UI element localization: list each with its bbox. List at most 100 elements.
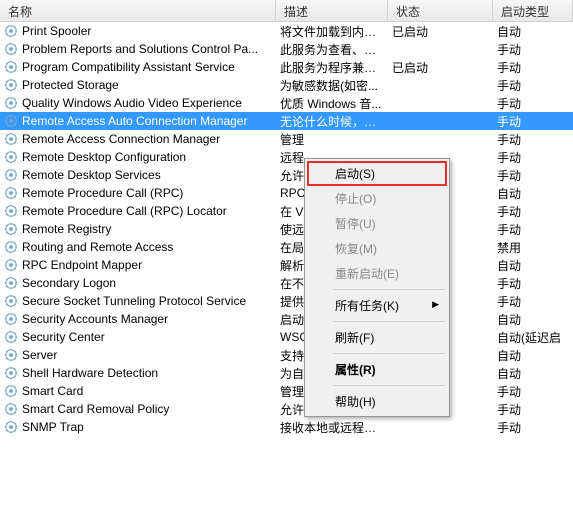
service-desc: 接收本地或远程简... bbox=[276, 419, 388, 436]
service-type: 手动 bbox=[493, 167, 573, 184]
service-name-cell: Shell Hardware Detection bbox=[0, 366, 276, 380]
service-list: Print Spooler将文件加载到内存...已启动自动 Problem Rep… bbox=[0, 22, 573, 436]
service-row[interactable]: Remote Access Auto Connection Manager无论什… bbox=[0, 112, 573, 130]
service-name: Secondary Logon bbox=[22, 276, 116, 290]
service-row[interactable]: Remote Desktop Configuration远程手动 bbox=[0, 148, 573, 166]
service-name-cell: Print Spooler bbox=[0, 24, 276, 38]
service-name: Program Compatibility Assistant Service bbox=[22, 60, 235, 74]
service-name: Smart Card Removal Policy bbox=[22, 402, 169, 416]
service-row[interactable]: Secondary Logon在不手动 bbox=[0, 274, 573, 292]
service-desc: 优质 Windows 音... bbox=[276, 95, 388, 112]
service-name-cell: Secondary Logon bbox=[0, 276, 276, 290]
header-name[interactable]: 名称 bbox=[0, 0, 276, 21]
service-type: 手动 bbox=[493, 203, 573, 220]
service-gear-icon bbox=[4, 330, 18, 344]
menu-properties[interactable]: 属性(R) bbox=[307, 357, 447, 382]
service-gear-icon bbox=[4, 240, 18, 254]
service-type: 手动 bbox=[493, 95, 573, 112]
service-name-cell: Problem Reports and Solutions Control Pa… bbox=[0, 42, 276, 56]
service-name: Secure Socket Tunneling Protocol Service bbox=[22, 294, 246, 308]
service-gear-icon bbox=[4, 258, 18, 272]
service-name: Remote Desktop Services bbox=[22, 168, 161, 182]
service-gear-icon bbox=[4, 402, 18, 416]
service-row[interactable]: Server支持此计算机通过...已启动自动 bbox=[0, 346, 573, 364]
service-gear-icon bbox=[4, 150, 18, 164]
service-desc: 为敏感数据(如密... bbox=[276, 77, 388, 94]
service-row[interactable]: Problem Reports and Solutions Control Pa… bbox=[0, 40, 573, 58]
service-row[interactable]: Protected Storage 为敏感数据(如密... 手动 bbox=[0, 76, 573, 94]
header-status[interactable]: 状态 bbox=[388, 0, 493, 21]
service-gear-icon bbox=[4, 204, 18, 218]
menu-alltasks-label: 所有任务(K) bbox=[335, 299, 399, 313]
menu-start[interactable]: 启动(S) bbox=[307, 161, 447, 186]
service-name: Remote Procedure Call (RPC) bbox=[22, 186, 183, 200]
service-row[interactable]: SNMP Trap 接收本地或远程简... 手动 bbox=[0, 418, 573, 436]
service-row[interactable]: Quality Windows Audio Video Experience优质… bbox=[0, 94, 573, 112]
service-row[interactable]: Remote Procedure Call (RPC) Locator在 V手动 bbox=[0, 202, 573, 220]
service-type: 自动 bbox=[493, 347, 573, 364]
service-row[interactable]: Routing and Remote Access在局禁用 bbox=[0, 238, 573, 256]
service-row[interactable]: Remote Registry使远手动 bbox=[0, 220, 573, 238]
service-name: SNMP Trap bbox=[22, 420, 84, 434]
service-name: Security Center bbox=[22, 330, 105, 344]
service-type: 手动 bbox=[493, 275, 573, 292]
service-status: 已启动 bbox=[388, 59, 493, 76]
service-name: Protected Storage bbox=[22, 78, 119, 92]
service-row[interactable]: Smart Card Removal Policy允许系统配置为移...手动 bbox=[0, 400, 573, 418]
header-desc[interactable]: 描述 bbox=[276, 0, 388, 21]
service-name-cell: Routing and Remote Access bbox=[0, 240, 276, 254]
service-name-cell: Remote Desktop Services bbox=[0, 168, 276, 182]
service-name-cell: Program Compatibility Assistant Service bbox=[0, 60, 276, 74]
service-name-cell: SNMP Trap bbox=[0, 420, 276, 434]
header-type[interactable]: 启动类型 bbox=[493, 0, 573, 21]
service-name: Remote Procedure Call (RPC) Locator bbox=[22, 204, 227, 218]
service-gear-icon bbox=[4, 366, 18, 380]
menu-separator bbox=[333, 353, 445, 354]
service-row[interactable]: Secure Socket Tunneling Protocol Service… bbox=[0, 292, 573, 310]
service-name-cell: Security Center bbox=[0, 330, 276, 344]
service-name: Shell Hardware Detection bbox=[22, 366, 158, 380]
service-row[interactable]: Remote Desktop Services允许手动 bbox=[0, 166, 573, 184]
service-row[interactable]: Shell Hardware Detection为自动播放硬件事...已启动自动 bbox=[0, 364, 573, 382]
menu-stop: 停止(O) bbox=[307, 186, 447, 211]
menu-restart: 重新启动(E) bbox=[307, 261, 447, 286]
service-type: 手动 bbox=[493, 419, 573, 436]
service-type: 手动 bbox=[493, 401, 573, 418]
service-name: Remote Desktop Configuration bbox=[22, 150, 186, 164]
service-row[interactable]: RPC Endpoint Mapper解析自动 bbox=[0, 256, 573, 274]
service-name-cell: Secure Socket Tunneling Protocol Service bbox=[0, 294, 276, 308]
service-type: 手动 bbox=[493, 293, 573, 310]
service-name-cell: Protected Storage bbox=[0, 78, 276, 92]
service-name: Remote Registry bbox=[22, 222, 111, 236]
service-row[interactable]: Remote Access Connection Manager管理手动 bbox=[0, 130, 573, 148]
menu-alltasks[interactable]: 所有任务(K) ▶ bbox=[307, 293, 447, 318]
service-gear-icon bbox=[4, 114, 18, 128]
service-name-cell: Server bbox=[0, 348, 276, 362]
service-name-cell: Smart Card Removal Policy bbox=[0, 402, 276, 416]
service-gear-icon bbox=[4, 24, 18, 38]
service-name: Server bbox=[22, 348, 57, 362]
service-type: 自动(延迟启 bbox=[493, 329, 573, 346]
service-row[interactable]: Smart Card管理此计算机对智...手动 bbox=[0, 382, 573, 400]
service-row[interactable]: Program Compatibility Assistant Service 此… bbox=[0, 58, 573, 76]
menu-refresh[interactable]: 刷新(F) bbox=[307, 325, 447, 350]
service-gear-icon bbox=[4, 348, 18, 362]
service-row[interactable]: Security CenterWSCSVC(Windo...已启动自动(延迟启 bbox=[0, 328, 573, 346]
service-name-cell: Smart Card bbox=[0, 384, 276, 398]
service-type: 手动 bbox=[493, 77, 573, 94]
service-row[interactable]: Security Accounts Manager启动自动 bbox=[0, 310, 573, 328]
service-type: 手动 bbox=[493, 221, 573, 238]
menu-properties-label: 属性(R) bbox=[335, 363, 376, 377]
service-desc: 此服务为查看、发... bbox=[276, 41, 388, 58]
service-status: 已启动 bbox=[388, 23, 493, 40]
service-name: Remote Access Connection Manager bbox=[22, 132, 220, 146]
service-row[interactable]: Print Spooler将文件加载到内存...已启动自动 bbox=[0, 22, 573, 40]
service-desc: 此服务为程序兼容... bbox=[276, 59, 388, 76]
menu-help[interactable]: 帮助(H) bbox=[307, 389, 447, 414]
service-name: Smart Card bbox=[22, 384, 83, 398]
service-row[interactable]: Remote Procedure Call (RPC)RPC自动 bbox=[0, 184, 573, 202]
service-gear-icon bbox=[4, 42, 18, 56]
service-gear-icon bbox=[4, 312, 18, 326]
menu-pause: 暂停(U) bbox=[307, 211, 447, 236]
service-gear-icon bbox=[4, 294, 18, 308]
